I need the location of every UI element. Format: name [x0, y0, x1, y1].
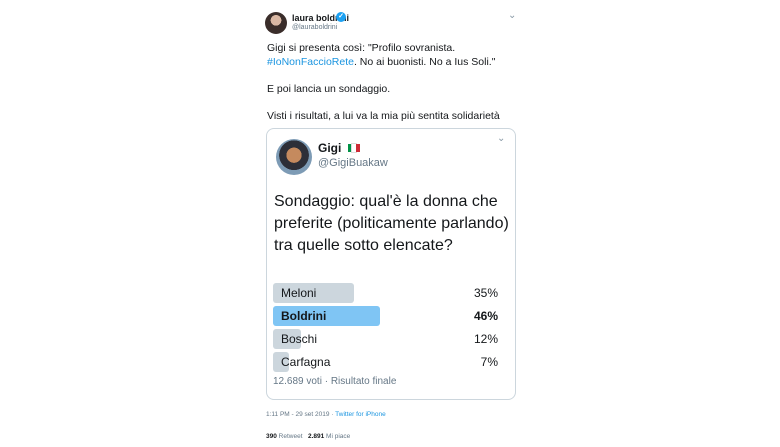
like-label[interactable]: Mi piace: [326, 433, 350, 440]
quoted-text-line-1: Sondaggio: qual'è la donna che: [274, 193, 498, 210]
tweet-menu-caret-icon[interactable]: ⌄: [508, 10, 516, 21]
tweet-time[interactable]: 1:11 PM - 29 set 2019 ·: [266, 411, 335, 418]
poll-percent-carfagna: 7%: [480, 355, 498, 369]
flag-stripe-red: [356, 144, 360, 152]
quoted-author-name[interactable]: Gigi: [318, 141, 341, 155]
poll-option-meloni: Meloni: [281, 286, 317, 300]
poll-option-carfagna: Carfagna: [281, 355, 331, 369]
poll-footer: 12.689 voti · Risultato finale: [273, 376, 397, 387]
tweet-stats: 390 Retweet 2.891 Mi piace: [266, 433, 350, 440]
quoted-text-line-3: tra quelle sotto elencate?: [274, 237, 453, 254]
verified-badge-icon: ✓: [336, 12, 346, 22]
tweet-line-2: #IoNonFaccioRete. No ai buonisti. No a I…: [267, 56, 527, 70]
quoted-author-handle[interactable]: @GigiBuakaw: [318, 157, 388, 169]
tweet-line-1: Gigi si presenta così: "Profilo sovranis…: [267, 42, 456, 54]
italy-flag-icon: [348, 143, 360, 153]
quoted-menu-caret-icon[interactable]: ⌄: [497, 133, 505, 144]
poll-percent-boldrini: 46%: [473, 309, 498, 323]
poll-percent-meloni: 35%: [473, 286, 498, 300]
like-count[interactable]: 2.891: [308, 433, 324, 440]
tweet-line-2-rest: . No ai buonisti. No a Ius Soli.": [353, 55, 496, 68]
poll-option-boschi: Boschi: [281, 332, 318, 346]
tweet-timestamp: 1:11 PM - 29 set 2019 · Twitter for iPho…: [266, 411, 386, 418]
tweet-source-link[interactable]: Twitter for iPhone: [335, 411, 386, 418]
poll-option-boldrini: Boldrini: [281, 309, 327, 323]
retweet-label[interactable]: Retweet: [279, 433, 303, 440]
tweet-line-4: Visti i risultati, a lui va la mia più s…: [267, 109, 500, 122]
author-avatar[interactable]: [265, 12, 287, 34]
retweet-count[interactable]: 390: [266, 433, 277, 440]
author-handle[interactable]: @lauraboldrini: [292, 24, 337, 31]
poll-percent-boschi: 12%: [473, 332, 498, 346]
tweet-line-3: E poi lancia un sondaggio.: [267, 82, 391, 95]
quoted-tweet-text: Sondaggio: qual'è la donna che preferite…: [274, 191, 510, 257]
quoted-text-line-2: preferite (politicamente parlando): [274, 215, 509, 232]
hashtag-link[interactable]: #IoNonFaccioRete: [267, 56, 354, 68]
tweet-text: Gigi si presenta così: "Profilo sovranis…: [267, 42, 527, 123]
quoted-author-avatar[interactable]: [276, 139, 312, 175]
